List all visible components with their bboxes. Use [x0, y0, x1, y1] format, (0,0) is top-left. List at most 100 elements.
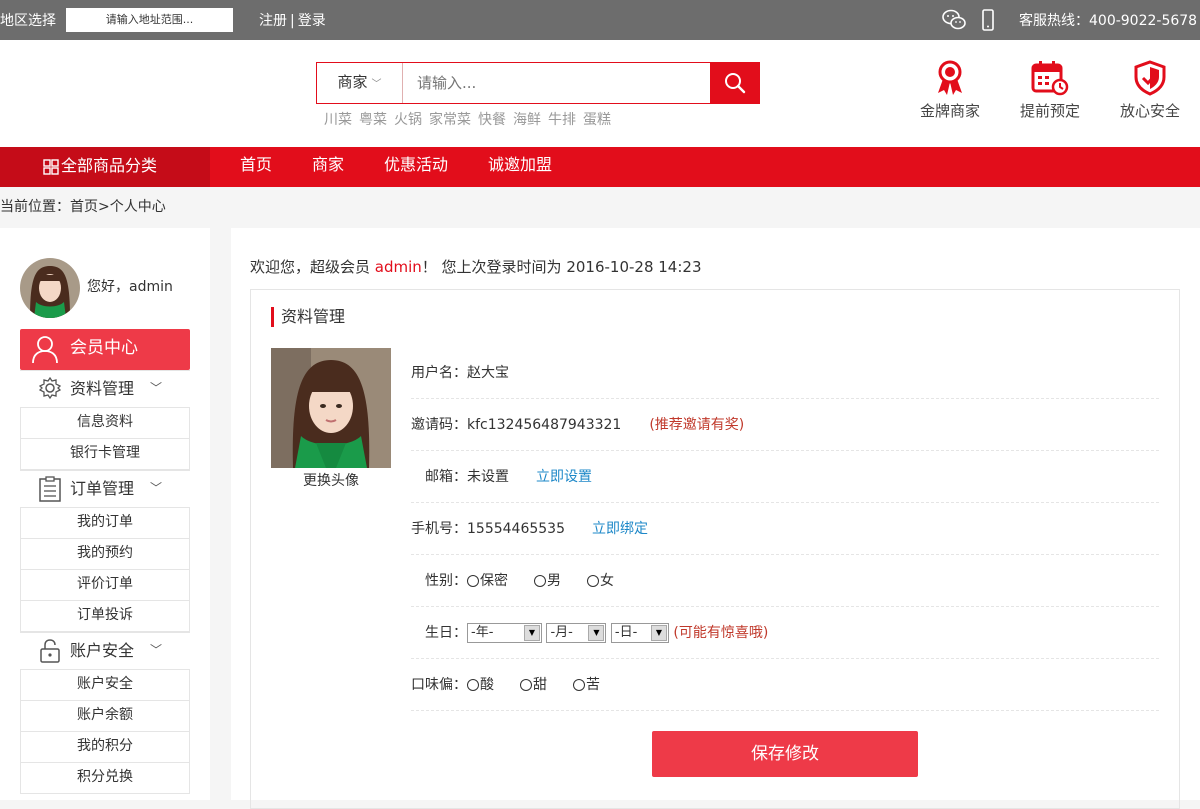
taste-option-label: 甜	[533, 677, 547, 693]
menu-item-account-security[interactable]: 账户安全	[20, 670, 190, 701]
row-email: 邮箱：未设置 立即设置	[411, 451, 1159, 503]
welcome-prefix: 欢迎您，超级会员	[250, 258, 375, 276]
hot-word[interactable]: 快餐	[478, 112, 506, 128]
main-content: 欢迎您，超级会员 admin！ 您上次登录时间为 2016-10-28 14:2…	[231, 228, 1200, 809]
feature-reserve: 提前预定	[1015, 60, 1085, 121]
year-select[interactable]: -年- ▼	[467, 623, 542, 643]
lock-icon	[40, 639, 60, 663]
radio-button[interactable]	[520, 679, 532, 691]
invite-code-value: kfc132456487943321	[467, 417, 622, 433]
register-link[interactable]: 注册	[259, 13, 287, 29]
all-categories-button[interactable]: 全部商品分类	[0, 147, 210, 187]
dropdown-arrow-icon: ▼	[524, 625, 540, 641]
taste-option-sweet[interactable]: 甜	[520, 659, 547, 711]
header: 商家﹀ 川菜粤菜火锅家常菜快餐海鲜牛排蛋糕 金牌商家	[0, 40, 1200, 147]
region-select[interactable]: 地区选择	[0, 10, 56, 30]
gender-option-label: 保密	[480, 573, 508, 589]
menu-item-bank-card[interactable]: 银行卡管理	[20, 439, 190, 470]
menu-item-order-complaints[interactable]: 订单投诉	[20, 601, 190, 632]
hot-word[interactable]: 粤菜	[359, 112, 387, 128]
hot-word[interactable]: 海鲜	[513, 112, 541, 128]
radio-button[interactable]	[467, 575, 479, 587]
all-categories-label: 全部商品分类	[61, 156, 158, 175]
menu-item-info[interactable]: 信息资料	[20, 408, 190, 439]
nav-item-home[interactable]: 首页	[240, 147, 272, 187]
bind-phone-link[interactable]: 立即绑定	[592, 521, 648, 537]
hot-word[interactable]: 家常菜	[429, 112, 471, 128]
nav-item-promotions[interactable]: 优惠活动	[384, 147, 448, 187]
email-label: 邮箱：	[425, 469, 467, 485]
radio-button[interactable]	[467, 679, 479, 691]
gender-option-female[interactable]: 女	[587, 555, 614, 607]
menu-group-title-orders[interactable]: 订单管理 ﹀	[20, 471, 190, 508]
taste-option-label: 酸	[480, 677, 494, 693]
search-button[interactable]	[710, 62, 760, 104]
hot-word[interactable]: 蛋糕	[583, 112, 611, 128]
search-category-select[interactable]: 商家 ﹀	[317, 63, 403, 103]
breadcrumb: 当前位置：首页>个人中心	[0, 199, 166, 215]
user-greeting: 您好，admin	[87, 279, 173, 295]
month-select[interactable]: -月- ▼	[546, 623, 607, 643]
gender-option-label: 女	[600, 573, 614, 589]
menu-group-security: 账户安全 ﹀ 账户安全 账户余额 我的积分 积分兑换	[20, 632, 190, 794]
panel-title: 资料管理	[271, 307, 345, 327]
username-label: 用户名：	[411, 365, 467, 381]
gender-option-male[interactable]: 男	[534, 555, 561, 607]
member-center-button[interactable]: 会员中心	[20, 329, 190, 370]
email-value: 未设置	[467, 469, 509, 485]
chevron-down-icon: ﹀	[150, 481, 163, 495]
menu-item-my-reservations[interactable]: 我的预约	[20, 539, 190, 570]
menu-group-orders: 订单管理 ﹀ 我的订单 我的预约 评价订单 订单投诉	[20, 470, 190, 632]
mobile-phone-icon[interactable]	[980, 8, 996, 32]
service-hotline: 客服热线：400-9022-5678	[1019, 13, 1198, 29]
search-input[interactable]	[417, 71, 707, 95]
taste-option-sour[interactable]: 酸	[467, 659, 494, 711]
hot-word[interactable]: 川菜	[324, 112, 352, 128]
save-changes-button[interactable]: 保存修改	[652, 731, 918, 777]
invite-reward-note[interactable]: (推荐邀请有奖)	[649, 417, 744, 433]
chevron-down-icon: ﹀	[371, 79, 382, 90]
hot-word[interactable]: 火锅	[394, 112, 422, 128]
gender-option-label: 男	[547, 573, 561, 589]
menu-item-points-exchange[interactable]: 积分兑换	[20, 763, 190, 794]
wechat-icon[interactable]	[942, 9, 966, 31]
menu-item-account-balance[interactable]: 账户余额	[20, 701, 190, 732]
chevron-down-icon: ﹀	[150, 381, 163, 395]
radio-button[interactable]	[534, 575, 546, 587]
address-input[interactable]: 请输入地址范围...	[66, 8, 233, 32]
username-value: 赵大宝	[467, 365, 509, 381]
menu-item-my-orders[interactable]: 我的订单	[20, 508, 190, 539]
award-ribbon-icon	[938, 60, 962, 95]
chevron-down-icon: ﹀	[150, 643, 163, 657]
invite-code-label: 邀请码：	[411, 417, 467, 433]
user-icon	[32, 336, 58, 364]
day-select[interactable]: -日- ▼	[610, 623, 669, 643]
menu-item-review-orders[interactable]: 评价订单	[20, 570, 190, 601]
hot-word[interactable]: 牛排	[548, 112, 576, 128]
month-select-value: -月-	[550, 625, 573, 640]
nav-item-franchise[interactable]: 诚邀加盟	[488, 147, 552, 187]
menu-group-label: 资料管理	[70, 379, 135, 398]
radio-button[interactable]	[573, 679, 585, 691]
feature-label: 放心安全	[1119, 102, 1180, 120]
taste-label: 口味偏：	[411, 677, 467, 693]
taste-option-bitter[interactable]: 苦	[573, 659, 600, 711]
profile-photo[interactable]	[271, 348, 391, 468]
birthday-surprise-note: (可能有惊喜哦)	[673, 625, 769, 641]
row-invite-code: 邀请码：kfc132456487943321 (推荐邀请有奖)	[411, 399, 1159, 451]
row-username: 用户名：赵大宝	[411, 347, 1159, 399]
menu-group-title-security[interactable]: 账户安全 ﹀	[20, 633, 190, 670]
calendar-clock-icon	[1031, 61, 1069, 96]
gender-option-secret[interactable]: 保密	[467, 555, 508, 607]
menu-group-title-profile[interactable]: 资料管理 ﹀	[20, 371, 190, 408]
radio-button[interactable]	[587, 575, 599, 587]
auth-separator: |	[290, 13, 295, 29]
login-link[interactable]: 登录	[298, 13, 326, 29]
main-nav: 全部商品分类 首页 商家 优惠活动 诚邀加盟	[0, 147, 1200, 187]
welcome-suffix: ！ 您上次登录时间为 2016-10-28 14:23	[421, 258, 702, 276]
change-avatar-link[interactable]: 更换头像	[271, 470, 391, 490]
set-email-link[interactable]: 立即设置	[536, 469, 592, 485]
avatar[interactable]	[20, 258, 80, 318]
menu-item-my-points[interactable]: 我的积分	[20, 732, 190, 763]
nav-item-merchants[interactable]: 商家	[312, 147, 344, 187]
